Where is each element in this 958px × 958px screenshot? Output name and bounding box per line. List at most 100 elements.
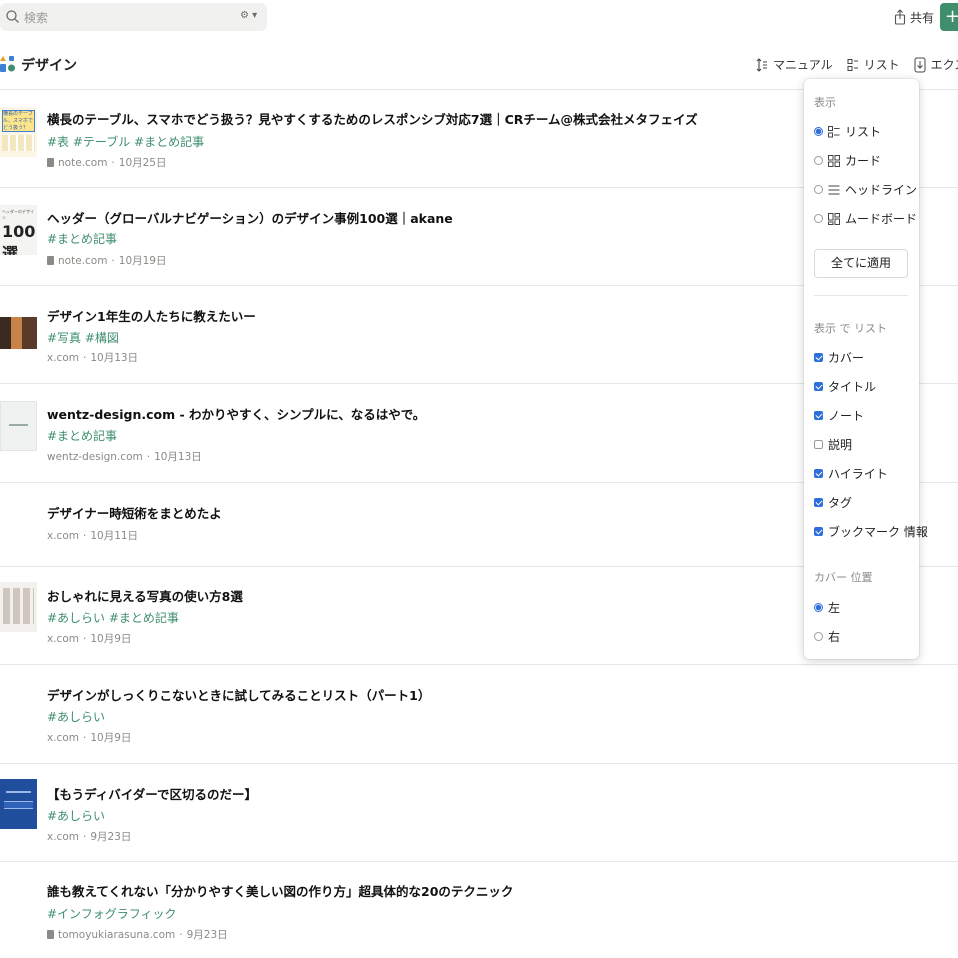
cover-thumbnail: ヘッダーのデザイン 100選 [0, 205, 37, 255]
layout-option-headline[interactable]: ヘッドライン [814, 181, 917, 198]
view-button[interactable]: リスト [847, 56, 900, 73]
radio-cover-left[interactable] [814, 603, 823, 612]
item-date: 9月23日 [186, 929, 228, 941]
item-date: 9月23日 [90, 831, 132, 843]
cover-thumbnail [0, 303, 37, 353]
cover-position-left[interactable]: 左 [814, 599, 840, 616]
item-source: note.com [58, 156, 108, 169]
item-tags[interactable]: #インフォグラフィック [47, 905, 176, 922]
item-title[interactable]: wentz-design.com - わかりやすく、シンプルに、なるはやで。 [47, 404, 425, 423]
item-meta: x.com · 10月9日 [47, 632, 132, 646]
card-view-icon [828, 154, 840, 167]
list-item[interactable]: 誰も教えてくれない「分かりやすく美しい図の作り方」超具体的な20のテクニック #… [0, 861, 958, 958]
layout-option-label: リスト [845, 125, 882, 139]
radio-headline[interactable] [814, 185, 823, 194]
checkbox-bookmark-info[interactable] [814, 527, 823, 536]
item-meta: x.com · 10月11日 [47, 529, 139, 543]
item-tags[interactable]: #あしらい [47, 807, 105, 824]
radio-cover-right[interactable] [814, 632, 823, 641]
sort-label: マニュアル [773, 58, 833, 72]
page-title: デザイン [21, 58, 77, 74]
item-tags[interactable]: #表 #テーブル #まとめ記事 [47, 133, 204, 150]
item-source: wentz-design.com [47, 450, 143, 463]
layout-option-list[interactable]: リスト [814, 123, 881, 140]
item-source: x.com [47, 632, 79, 645]
field-toggle-cover[interactable]: カバー [814, 349, 864, 366]
collection-icon [0, 56, 15, 72]
field-toggle-tags[interactable]: タグ [814, 494, 852, 511]
list-item[interactable]: 【もうディバイダーで区切るのだー】 #あしらい x.com · 9月23日 [0, 763, 958, 861]
item-date: 10月25日 [118, 157, 167, 169]
search-icon [6, 10, 19, 23]
document-icon [47, 158, 54, 167]
cover-thumbnail [0, 582, 37, 632]
cover-thumbnail [0, 401, 37, 451]
sort-button[interactable]: マニュアル [756, 56, 833, 73]
item-date: 10月13日 [154, 451, 202, 463]
item-source: note.com [58, 254, 108, 267]
export-icon [914, 57, 926, 72]
export-button[interactable]: エクスポート [914, 56, 958, 73]
show-in-list-section-header: 表示 で リスト [814, 322, 887, 335]
headline-view-icon [828, 185, 840, 194]
thumb-text: 横長のテーブル、スマホでどう扱う？ [2, 110, 35, 132]
cover-position-right[interactable]: 右 [814, 628, 840, 645]
filter-options-icon[interactable]: ⚙ ▾ [240, 10, 262, 24]
item-title[interactable]: デザイナー時短術をまとめたよ [47, 503, 222, 522]
field-toggle-title[interactable]: タイトル [814, 378, 876, 395]
document-icon [47, 256, 54, 265]
radio-moodboard[interactable] [814, 214, 823, 223]
layout-option-moodboard[interactable]: ムードボード [814, 210, 917, 227]
view-options-panel: 表示 リスト カード ヘッドライン ムードボード 全てに適用 表示 で リスト … [804, 79, 928, 659]
item-tags[interactable]: #写真 #構図 [47, 329, 119, 346]
checkbox-description[interactable] [814, 440, 823, 449]
checkbox-cover[interactable] [814, 353, 823, 362]
search-box[interactable]: 検索 ⚙ ▾ [0, 3, 267, 31]
item-meta: wentz-design.com · 10月13日 [47, 450, 202, 464]
item-title[interactable]: デザインがしっくりこないときに試してみることリスト（パート1） [47, 685, 430, 704]
field-toggle-bookmark-info[interactable]: ブックマーク 情報 [814, 523, 928, 540]
item-meta: x.com · 9月23日 [47, 830, 132, 844]
field-toggle-description[interactable]: 説明 [814, 436, 852, 453]
cover-thumbnail [0, 779, 37, 829]
item-title[interactable]: 誰も教えてくれない「分かりやすく美しい図の作り方」超具体的な20のテクニック [47, 881, 513, 900]
checkbox-title[interactable] [814, 382, 823, 391]
checkbox-highlight[interactable] [814, 469, 823, 478]
sort-icon [756, 57, 767, 72]
item-tags[interactable]: #まとめ記事 [47, 427, 117, 444]
radio-list[interactable] [814, 127, 823, 136]
moodboard-view-icon [828, 212, 840, 225]
item-title[interactable]: 【もうディバイダーで区切るのだー】 [47, 784, 257, 803]
item-date: 10月13日 [90, 352, 139, 364]
item-title[interactable]: ヘッダー（グローバルナビゲーション）のデザイン事例100選｜akane [47, 208, 453, 227]
item-date: 10月9日 [90, 732, 132, 744]
item-meta: x.com · 10月13日 [47, 351, 139, 365]
top-bar: 検索 ⚙ ▾ 共有 + [0, 0, 958, 34]
item-source: x.com [47, 351, 79, 364]
share-button[interactable]: 共有 [894, 7, 934, 27]
field-toggle-note[interactable]: ノート [814, 407, 864, 424]
item-source: x.com [47, 830, 79, 843]
item-title[interactable]: 横長のテーブル、スマホでどう扱う？見やすくするためのレスポンシブ対応7選｜CRチ… [47, 109, 698, 128]
item-title[interactable]: おしゃれに見える写真の使い方8選 [47, 586, 243, 605]
item-tags[interactable]: #まとめ記事 [47, 230, 117, 247]
search-input[interactable]: 検索 [24, 9, 48, 26]
layout-option-card[interactable]: カード [814, 152, 881, 169]
item-tags[interactable]: #あしらい [47, 708, 105, 725]
add-button[interactable]: + [940, 3, 958, 31]
cover-thumbnail: 横長のテーブル、スマホでどう扱う？ [0, 107, 37, 157]
checkbox-tags[interactable] [814, 498, 823, 507]
checkbox-note[interactable] [814, 411, 823, 420]
share-icon [894, 9, 906, 25]
layout-option-label: ヘッドライン [845, 183, 918, 197]
item-meta: note.com · 10月19日 [47, 253, 167, 268]
collection-header: デザイン マニュアル リスト エクスポート [0, 50, 958, 80]
item-title[interactable]: デザイン1年生の人たちに教えたいー [47, 306, 256, 325]
list-item[interactable]: デザインがしっくりこないときに試してみることリスト（パート1） #あしらい x.… [0, 664, 958, 763]
export-label: エクスポート [930, 58, 958, 72]
item-tags[interactable]: #あしらい #まとめ記事 [47, 609, 179, 626]
radio-card[interactable] [814, 156, 823, 165]
field-toggle-highlight[interactable]: ハイライト [814, 465, 888, 482]
apply-to-all-button[interactable]: 全てに適用 [814, 249, 908, 278]
layout-option-label: ムードボード [845, 212, 918, 226]
